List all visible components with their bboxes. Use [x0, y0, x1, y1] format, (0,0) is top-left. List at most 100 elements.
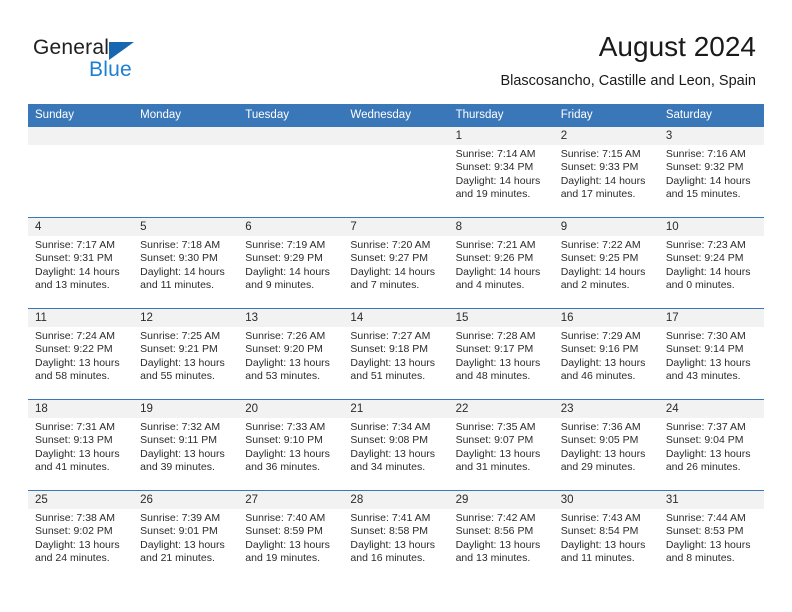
- calendar-cell: [28, 126, 134, 217]
- calendar-cell: 19 Sunrise: 7:32 AM Sunset: 9:11 PM Dayligh…: [133, 399, 239, 490]
- sunset-text: Sunset: 9:17 PM: [455, 343, 534, 356]
- day-details: Sunrise: 7:44 AM Sunset: 8:53 PM Daylight:…: [659, 509, 764, 566]
- calendar-day[interactable]: 28 Sunrise: 7:41 AM Sunset: 8:58 PM Dayligh…: [343, 490, 449, 581]
- calendar-day[interactable]: 26 Sunrise: 7:39 AM Sunset: 9:01 PM Dayligh…: [133, 490, 239, 581]
- calendar-cell: 18 Sunrise: 7:31 AM Sunset: 9:13 PM Dayligh…: [28, 399, 134, 490]
- day-details: Sunrise: 7:41 AM Sunset: 8:58 PM Daylight:…: [343, 509, 448, 566]
- sunset-text: Sunset: 9:33 PM: [560, 161, 639, 174]
- calendar-day[interactable]: 5 Sunrise: 7:18 AM Sunset: 9:30 PM Daylight…: [133, 217, 239, 308]
- calendar-cell: 16 Sunrise: 7:29 AM Sunset: 9:16 PM Dayligh…: [553, 308, 659, 399]
- sunset-text: Sunset: 9:01 PM: [140, 525, 218, 538]
- daylight-text-line1: Daylight: 13 hours: [140, 538, 225, 551]
- calendar-day[interactable]: 14 Sunrise: 7:27 AM Sunset: 9:18 PM Dayligh…: [343, 308, 449, 399]
- calendar-day[interactable]: 24 Sunrise: 7:37 AM Sunset: 9:04 PM Dayligh…: [658, 399, 764, 490]
- daylight-text-line2: and 46 minutes.: [560, 370, 636, 383]
- calendar-day[interactable]: 1 Sunrise: 7:14 AM Sunset: 9:34 PM Daylight…: [448, 126, 554, 217]
- sunrise-text: Sunrise: 7:32 AM: [140, 421, 221, 433]
- daylight-text-line1: Daylight: 13 hours: [35, 538, 120, 551]
- calendar-day[interactable]: 11 Sunrise: 7:24 AM Sunset: 9:22 PM Dayligh…: [28, 308, 134, 399]
- calendar-day[interactable]: 7 Sunrise: 7:20 AM Sunset: 9:27 PM Daylight…: [343, 217, 449, 308]
- day-details: Sunrise: 7:35 AM Sunset: 9:07 PM Daylight:…: [449, 418, 554, 475]
- calendar-cell: 12 Sunrise: 7:25 AM Sunset: 9:21 PM Dayligh…: [133, 308, 239, 399]
- calendar-day[interactable]: 3 Sunrise: 7:16 AM Sunset: 9:32 PM Daylight…: [658, 126, 764, 217]
- day-number: 27: [238, 491, 344, 509]
- day-number: 20: [238, 400, 344, 418]
- day-details: Sunrise: 7:18 AM Sunset: 9:30 PM Daylight:…: [133, 236, 238, 293]
- calendar-cell: 28 Sunrise: 7:41 AM Sunset: 8:58 PM Dayligh…: [343, 490, 449, 581]
- sunset-text: Sunset: 9:20 PM: [245, 343, 323, 356]
- calendar-day[interactable]: 2 Sunrise: 7:15 AM Sunset: 9:33 PM Daylight…: [553, 126, 659, 217]
- sunrise-text: Sunrise: 7:40 AM: [245, 512, 326, 524]
- day-number: [133, 127, 239, 145]
- sunrise-text: Sunrise: 7:38 AM: [35, 512, 115, 524]
- day-details: Sunrise: 7:37 AM Sunset: 9:04 PM Daylight:…: [659, 418, 764, 475]
- sunrise-text: Sunrise: 7:16 AM: [665, 148, 746, 160]
- daylight-text-line2: and 17 minutes.: [560, 188, 636, 201]
- calendar-day[interactable]: 29 Sunrise: 7:42 AM Sunset: 8:56 PM Dayligh…: [448, 490, 554, 581]
- calendar-day[interactable]: 15 Sunrise: 7:28 AM Sunset: 9:17 PM Dayligh…: [448, 308, 554, 399]
- calendar-day[interactable]: 30 Sunrise: 7:43 AM Sunset: 8:54 PM Dayligh…: [553, 490, 659, 581]
- daylight-text-line1: Daylight: 14 hours: [455, 265, 541, 278]
- calendar-page: General Blue August 2024 Blascosancho, C…: [0, 0, 792, 612]
- calendar-day[interactable]: 8 Sunrise: 7:21 AM Sunset: 9:26 PM Daylight…: [448, 217, 554, 308]
- calendar-day[interactable]: 13 Sunrise: 7:26 AM Sunset: 9:20 PM Dayligh…: [238, 308, 344, 399]
- sunrise-text: Sunrise: 7:44 AM: [665, 512, 746, 524]
- calendar-week-row: 4 Sunrise: 7:17 AM Sunset: 9:31 PM Daylight…: [28, 217, 764, 308]
- sunrise-text: Sunrise: 7:37 AM: [665, 421, 746, 433]
- daylight-text-line2: and 13 minutes.: [35, 279, 110, 292]
- calendar-day[interactable]: 17 Sunrise: 7:30 AM Sunset: 9:14 PM Dayligh…: [658, 308, 764, 399]
- calendar-day[interactable]: 25 Sunrise: 7:38 AM Sunset: 9:02 PM Dayligh…: [28, 490, 134, 581]
- sunrise-text: Sunrise: 7:43 AM: [560, 512, 641, 524]
- weekday-header-monday: Monday: [133, 104, 239, 126]
- calendar-day[interactable]: 18 Sunrise: 7:31 AM Sunset: 9:13 PM Dayligh…: [28, 399, 134, 490]
- day-number: 26: [133, 491, 239, 509]
- calendar-cell: 6 Sunrise: 7:19 AM Sunset: 9:29 PM Daylight…: [238, 217, 344, 308]
- day-details: Sunrise: 7:43 AM Sunset: 8:54 PM Daylight:…: [554, 509, 659, 566]
- day-number: 23: [553, 400, 659, 418]
- calendar-day[interactable]: 21 Sunrise: 7:34 AM Sunset: 9:08 PM Dayligh…: [343, 399, 449, 490]
- calendar-week-row: 1 Sunrise: 7:14 AM Sunset: 9:34 PM Daylight…: [28, 126, 764, 217]
- daylight-text-line1: Daylight: 13 hours: [455, 538, 541, 551]
- sunrise-text: Sunrise: 7:42 AM: [455, 512, 536, 524]
- daylight-text-line2: and 13 minutes.: [455, 552, 531, 565]
- calendar-day[interactable]: 23 Sunrise: 7:36 AM Sunset: 9:05 PM Dayligh…: [553, 399, 659, 490]
- day-number: 1: [448, 127, 554, 145]
- calendar-cell: [343, 126, 449, 217]
- weekday-header-wednesday: Wednesday: [343, 104, 449, 126]
- calendar-cell: [133, 126, 239, 217]
- calendar-day[interactable]: 6 Sunrise: 7:19 AM Sunset: 9:29 PM Daylight…: [238, 217, 344, 308]
- calendar-cell: 9 Sunrise: 7:22 AM Sunset: 9:25 PM Daylight…: [553, 217, 659, 308]
- calendar-cell: 23 Sunrise: 7:36 AM Sunset: 9:05 PM Dayligh…: [553, 399, 659, 490]
- sunset-text: Sunset: 9:05 PM: [560, 434, 639, 447]
- calendar-day[interactable]: 9 Sunrise: 7:22 AM Sunset: 9:25 PM Daylight…: [553, 217, 659, 308]
- daylight-text-line2: and 9 minutes.: [245, 279, 315, 292]
- calendar-day[interactable]: 22 Sunrise: 7:35 AM Sunset: 9:07 PM Dayligh…: [448, 399, 554, 490]
- calendar-cell: 25 Sunrise: 7:38 AM Sunset: 9:02 PM Dayligh…: [28, 490, 134, 581]
- calendar-day[interactable]: 19 Sunrise: 7:32 AM Sunset: 9:11 PM Dayligh…: [133, 399, 239, 490]
- calendar-day[interactable]: 16 Sunrise: 7:29 AM Sunset: 9:16 PM Dayligh…: [553, 308, 659, 399]
- calendar-day[interactable]: 12 Sunrise: 7:25 AM Sunset: 9:21 PM Dayligh…: [133, 308, 239, 399]
- daylight-text-line1: Daylight: 13 hours: [665, 538, 751, 551]
- sunset-text: Sunset: 9:08 PM: [350, 434, 429, 447]
- daylight-text-line1: Daylight: 14 hours: [245, 265, 330, 278]
- sunrise-text: Sunrise: 7:25 AM: [140, 330, 221, 342]
- daylight-text-line2: and 48 minutes.: [455, 370, 531, 383]
- day-number: 3: [658, 127, 764, 145]
- day-number: 31: [658, 491, 764, 509]
- calendar-day[interactable]: 20 Sunrise: 7:33 AM Sunset: 9:10 PM Dayligh…: [238, 399, 344, 490]
- calendar-cell: 21 Sunrise: 7:34 AM Sunset: 9:08 PM Dayligh…: [343, 399, 449, 490]
- day-details: Sunrise: 7:19 AM Sunset: 9:29 PM Daylight:…: [238, 236, 343, 293]
- calendar-day[interactable]: 27 Sunrise: 7:40 AM Sunset: 8:59 PM Dayligh…: [238, 490, 344, 581]
- calendar-day[interactable]: 31 Sunrise: 7:44 AM Sunset: 8:53 PM Dayligh…: [658, 490, 764, 581]
- daylight-text-line2: and 36 minutes.: [245, 461, 320, 474]
- daylight-text-line1: Daylight: 14 hours: [560, 265, 646, 278]
- calendar-day[interactable]: 10 Sunrise: 7:23 AM Sunset: 9:24 PM Dayligh…: [658, 217, 764, 308]
- daylight-text-line1: Daylight: 13 hours: [140, 447, 225, 460]
- generalblue-logo[interactable]: General Blue: [33, 36, 233, 88]
- calendar-day[interactable]: 4 Sunrise: 7:17 AM Sunset: 9:31 PM Daylight…: [28, 217, 134, 308]
- day-details: Sunrise: 7:36 AM Sunset: 9:05 PM Daylight:…: [554, 418, 659, 475]
- day-number: [343, 127, 449, 145]
- sunrise-text: Sunrise: 7:20 AM: [350, 239, 431, 251]
- daylight-text-line1: Daylight: 14 hours: [35, 265, 120, 278]
- sunset-text: Sunset: 9:34 PM: [455, 161, 534, 174]
